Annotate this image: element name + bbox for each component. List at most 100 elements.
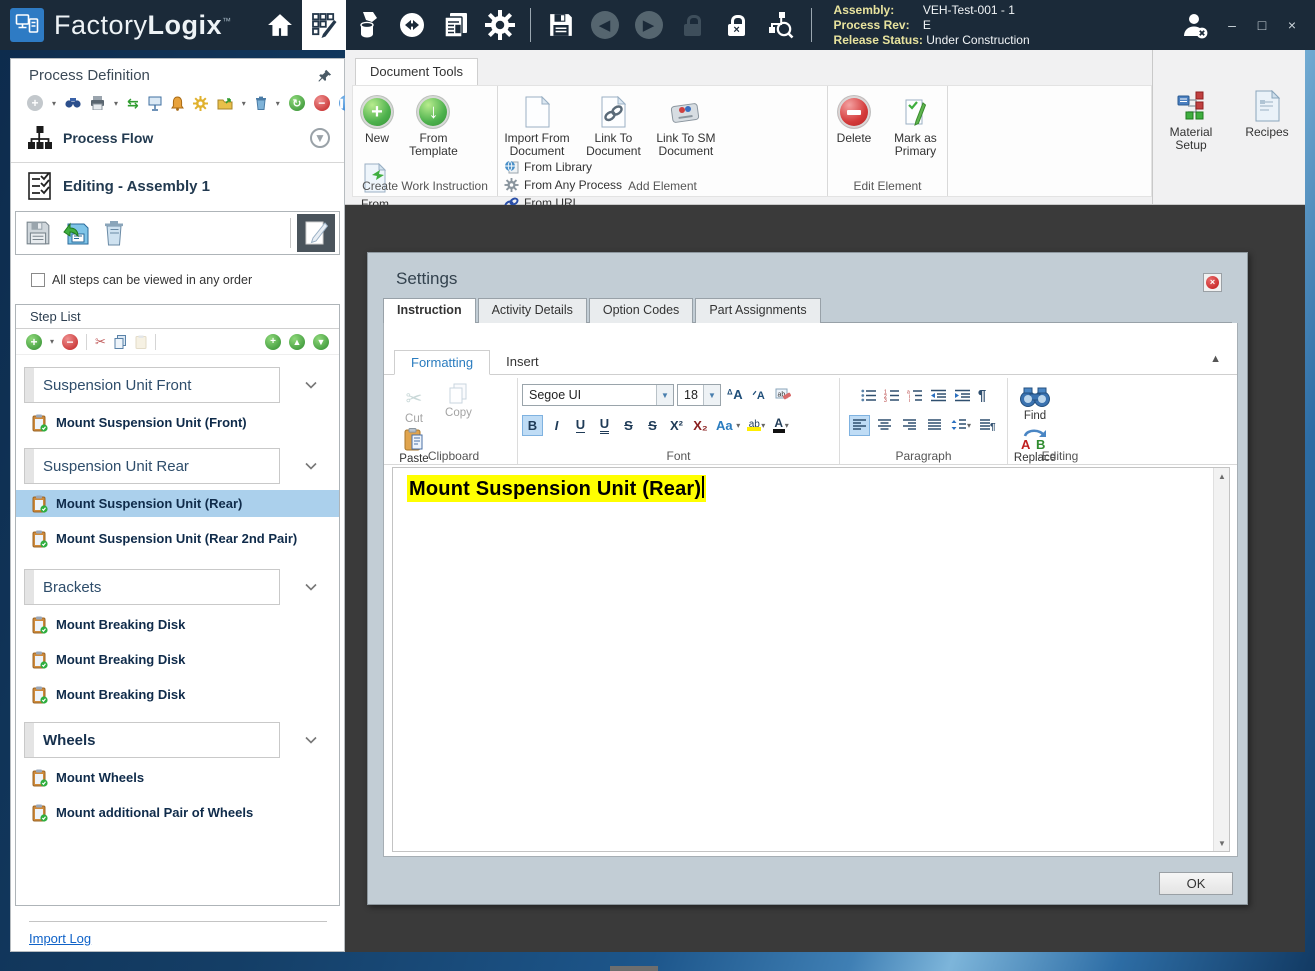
justify-button[interactable] — [924, 415, 945, 436]
settings-gear-icon[interactable] — [478, 0, 522, 50]
maximize-button[interactable]: □ — [1247, 17, 1277, 33]
numbered-list-icon[interactable]: 123 — [884, 389, 900, 402]
print-caret[interactable]: ▾ — [114, 99, 118, 108]
subscript-button[interactable]: X₂ — [690, 415, 711, 436]
purge-caret[interactable]: ▾ — [276, 99, 280, 108]
paragraph-options-button[interactable]: ¶ — [977, 415, 998, 436]
ok-button[interactable]: OK — [1159, 872, 1233, 895]
import-save-icon[interactable] — [58, 215, 94, 251]
align-right-button[interactable] — [899, 415, 920, 436]
add-substep-icon[interactable]: + — [265, 333, 281, 350]
instruction-editor[interactable]: Mount Suspension Unit (Rear) ▲ ▼ — [392, 467, 1230, 852]
any-order-checkbox[interactable] — [31, 273, 45, 287]
import-from-document-button[interactable]: Import From Document — [500, 92, 574, 158]
align-center-button[interactable] — [874, 415, 895, 436]
tab-option-codes[interactable]: Option Codes — [588, 298, 694, 323]
from-template-button[interactable]: ↓ From Template — [407, 92, 459, 158]
add-step-caret[interactable]: ▾ — [50, 337, 54, 346]
close-button[interactable]: × — [1277, 17, 1307, 33]
step-group[interactable]: Wheels — [24, 722, 331, 758]
chevron-down-icon[interactable] — [305, 736, 317, 744]
find-button[interactable]: Find — [1012, 385, 1058, 422]
forward-icon[interactable]: ▶ — [627, 0, 671, 50]
dialog-close-button[interactable]: × — [1203, 273, 1222, 292]
step-item[interactable]: Mount Suspension Unit (Rear 2nd Pair) — [16, 525, 339, 552]
shrink-font-button[interactable]: ᐟA — [748, 385, 769, 406]
strikethrough-button[interactable]: S — [618, 415, 639, 436]
increase-indent-icon[interactable] — [954, 389, 971, 402]
line-spacing-button[interactable]: ▾ — [949, 415, 973, 436]
collapse-ribbon-icon[interactable]: ▲ — [1210, 353, 1221, 365]
save-step-icon[interactable] — [20, 215, 56, 251]
step-group[interactable]: Suspension Unit Rear — [24, 448, 331, 484]
multilevel-list-icon[interactable]: aii — [907, 389, 923, 402]
step-item[interactable]: Mount additional Pair of Wheels — [16, 799, 339, 826]
home-icon[interactable] — [258, 0, 302, 50]
export-icon[interactable] — [217, 97, 233, 110]
process-flow-header[interactable]: Process Flow ▼ — [27, 121, 330, 155]
import-log-link[interactable]: Import Log — [29, 931, 91, 946]
editor-scrollbar[interactable]: ▲ ▼ — [1213, 468, 1229, 851]
text-highlight-button[interactable]: ab ▾ — [745, 415, 767, 436]
decrease-indent-icon[interactable] — [930, 389, 947, 402]
chevron-down-icon[interactable] — [305, 462, 317, 470]
export-caret[interactable]: ▾ — [242, 99, 246, 108]
remove-step-icon[interactable]: − — [62, 333, 79, 350]
add-step-icon[interactable]: + — [26, 333, 42, 350]
tab-insert[interactable]: Insert — [490, 350, 555, 375]
tab-instruction[interactable]: Instruction — [383, 298, 476, 324]
step-item[interactable]: Mount Breaking Disk — [16, 611, 339, 638]
options-gear-icon[interactable] — [192, 95, 208, 111]
link-to-sm-document-button[interactable]: Link To SM Document — [653, 92, 719, 158]
copy-step-icon[interactable] — [114, 334, 127, 349]
edit-instruction-button[interactable] — [297, 214, 335, 252]
stop-circle-icon[interactable]: − — [313, 95, 330, 111]
presentation-icon[interactable] — [148, 96, 162, 111]
from-library-button[interactable]: From Library — [504, 160, 821, 174]
superscript-button[interactable]: X² — [666, 415, 687, 436]
lock-x-icon[interactable]: × — [715, 0, 759, 50]
step-group[interactable]: Suspension Unit Front — [24, 367, 331, 403]
chevron-down-icon[interactable] — [305, 381, 317, 389]
mark-as-primary-button[interactable]: Mark as Primary — [886, 92, 944, 158]
documents-icon[interactable] — [434, 0, 478, 50]
any-order-option[interactable]: All steps can be viewed in any order — [31, 273, 252, 287]
delete-element-button[interactable]: Delete — [830, 92, 878, 145]
find-icon[interactable] — [65, 97, 81, 109]
ribbon-tab-document-tools[interactable]: Document Tools — [355, 58, 478, 85]
move-down-icon[interactable]: ▼ — [313, 333, 329, 350]
chevron-down-icon[interactable] — [305, 583, 317, 591]
minimize-button[interactable]: – — [1217, 17, 1247, 33]
scroll-down-icon[interactable]: ▼ — [1214, 835, 1230, 851]
link-to-document-button[interactable]: Link To Document — [582, 92, 644, 158]
double-strikethrough-button[interactable]: S — [642, 415, 663, 436]
material-setup-button[interactable]: Material Setup — [1159, 86, 1223, 204]
release-check-icon[interactable] — [759, 0, 803, 50]
font-color-button[interactable]: A ▾ — [770, 415, 791, 436]
new-button[interactable]: + New — [355, 92, 399, 145]
feeder-setup-icon[interactable] — [346, 0, 390, 50]
underline-button[interactable]: U — [570, 415, 591, 436]
refresh-circle-icon[interactable]: ↻ — [288, 95, 305, 111]
bold-button[interactable]: B — [522, 414, 543, 436]
grow-font-button[interactable]: ᐞA — [724, 385, 745, 406]
print-icon[interactable] — [90, 96, 105, 110]
move-up-icon[interactable]: ▲ — [289, 333, 305, 350]
italic-button[interactable]: I — [546, 415, 567, 436]
sync-links-icon[interactable]: ⇆ — [127, 95, 139, 112]
tab-formatting[interactable]: Formatting — [394, 350, 491, 375]
step-item[interactable]: Mount Suspension Unit (Front) — [16, 409, 339, 436]
clear-formatting-button[interactable]: ab — [772, 385, 793, 406]
save-icon[interactable] — [539, 0, 583, 50]
change-case-button[interactable]: Aa ▾ — [714, 415, 742, 436]
pin-icon[interactable] — [318, 69, 332, 83]
bell-icon[interactable] — [170, 95, 184, 111]
align-left-button[interactable] — [848, 414, 870, 436]
step-group[interactable]: Brackets — [24, 569, 331, 605]
tab-activity-details[interactable]: Activity Details — [477, 298, 587, 323]
font-size-select[interactable]: 18 ▼ — [677, 384, 721, 406]
transfer-icon[interactable] — [390, 0, 434, 50]
double-underline-button[interactable]: U — [594, 415, 615, 436]
bullet-list-icon[interactable] — [861, 389, 877, 402]
font-family-select[interactable]: Segoe UI ▼ — [522, 384, 674, 406]
